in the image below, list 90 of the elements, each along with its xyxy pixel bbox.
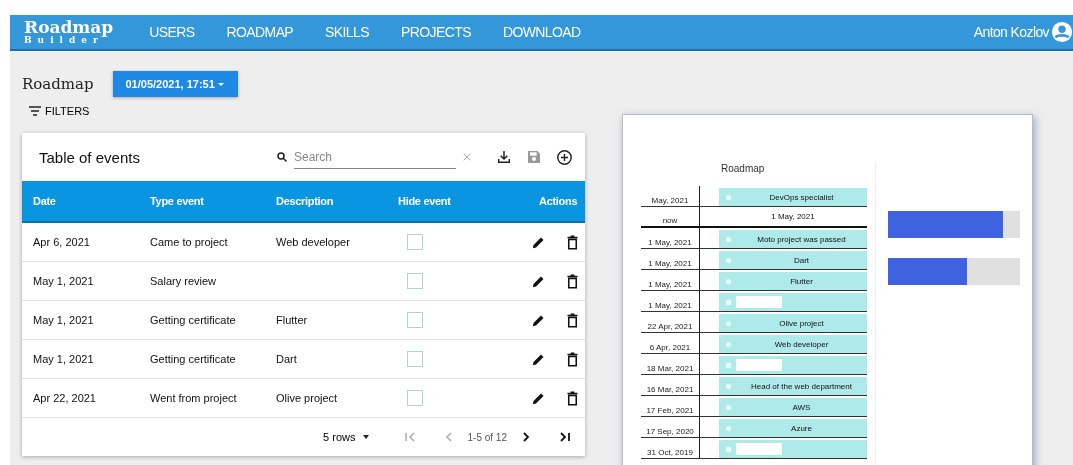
timeline-date: 17 Feb, 2021 — [645, 406, 695, 416]
nav-link[interactable]: DOWNLOAD — [502, 24, 581, 40]
table-cell-text: Went from project — [149, 392, 238, 404]
dot-icon — [725, 256, 732, 264]
column-header: Description — [275, 195, 335, 207]
dot-icon — [725, 235, 732, 243]
timeline-date: 6 Apr, 2021 — [648, 343, 692, 353]
timeline-event: Flutter — [719, 272, 867, 290]
dot-icon — [725, 319, 732, 327]
roadmap-heading: Roadmap — [721, 163, 766, 174]
hide-checkbox[interactable] — [407, 273, 423, 289]
timeline-date: 1 May, 2021 — [647, 301, 693, 311]
hide-checkbox[interactable] — [407, 234, 423, 250]
column-header: Actions — [538, 195, 579, 207]
table-cell-text: May 1, 2021 — [32, 314, 95, 326]
logo-title: Roadmap — [24, 19, 114, 36]
last-page-button[interactable] — [559, 431, 571, 443]
timeline-date: 31 Oct, 2019 — [646, 448, 694, 458]
nav-link[interactable]: USERS — [149, 24, 195, 40]
timeline-date: 18 Mar, 2021 — [645, 364, 695, 374]
table-cell-text: Apr 6, 2021 — [32, 236, 91, 248]
save-button[interactable] — [526, 149, 542, 165]
dot-icon — [725, 193, 732, 201]
nav-link[interactable]: PROJECTS — [401, 24, 471, 40]
download-button[interactable] — [496, 149, 512, 165]
dot-icon — [725, 277, 732, 285]
page-title: Roadmap — [22, 75, 94, 93]
table-cell-text: Olive project — [275, 392, 339, 404]
timeline-event: Web developer — [719, 335, 867, 353]
delete-button[interactable] — [566, 234, 579, 250]
timeline-date: 16 Mar, 2021 — [645, 385, 695, 395]
timeline-event: Azure — [719, 419, 867, 437]
empty-label — [736, 443, 782, 455]
nav-link[interactable]: ROADMAP — [226, 24, 294, 40]
table-cell-text: Dart — [275, 353, 298, 365]
table-cell-text: Web developer — [275, 236, 351, 248]
delete-button[interactable] — [566, 273, 579, 289]
dot-icon — [725, 340, 732, 348]
table-cell-text: Getting certificate — [149, 314, 237, 326]
filters-button[interactable]: FILTERS — [28, 105, 90, 117]
timeline-date: 17 Sep, 2020 — [645, 427, 695, 437]
table-cell-text: Salary review — [149, 275, 218, 287]
timeline-date: now — [661, 216, 679, 226]
timeline-event: Olive project — [719, 314, 867, 332]
page-range: 1-5 of 12 — [467, 431, 507, 443]
column-header: Hide event — [397, 195, 452, 207]
table-cell-text: Flutter — [275, 314, 309, 326]
clear-icon — [462, 152, 472, 162]
next-page-button[interactable] — [521, 431, 531, 443]
timeline-now-date: 1 May, 2021 — [770, 212, 816, 221]
column-header: Type event — [149, 195, 205, 207]
timeline-date: 1 May, 2021 — [647, 280, 693, 290]
delete-button[interactable] — [566, 390, 579, 406]
dot-icon — [725, 403, 732, 411]
caret-icon — [361, 433, 370, 441]
table-cell-text: May 1, 2021 — [32, 353, 95, 365]
dot-icon — [725, 424, 732, 432]
nav-link[interactable]: SKILLS — [325, 24, 369, 40]
logo-subtitle: Builder — [24, 36, 104, 45]
timeline-date: 1 May, 2021 — [647, 259, 693, 269]
timeline-date: 22 Apr, 2021 — [646, 322, 694, 332]
table-cell-text: May 1, 2021 — [32, 275, 95, 287]
timeline-date: May, 2021 — [650, 196, 690, 206]
timeline-event: Moto project was passed — [719, 230, 867, 248]
timeline-event: DevOps specialist — [719, 188, 867, 206]
rows-per-page-select[interactable]: 5 rows — [323, 431, 370, 443]
hide-checkbox[interactable] — [407, 312, 423, 328]
table-cell-text: Getting certificate — [149, 353, 237, 365]
search-icon — [276, 151, 288, 163]
timeline-event: Head of the web department — [719, 377, 867, 395]
empty-label — [736, 296, 782, 308]
column-header: Date — [32, 195, 57, 207]
date-dropdown[interactable]: 01/05/2021, 17:51 — [112, 71, 238, 97]
timeline-event: Dart — [719, 251, 867, 269]
search-field[interactable]: Search — [294, 145, 456, 169]
hide-checkbox[interactable] — [407, 351, 423, 367]
dot-icon — [725, 382, 732, 390]
filter-icon — [28, 105, 42, 117]
table-cell-text: Apr 22, 2021 — [32, 392, 97, 404]
table-title: Table of events — [39, 148, 141, 166]
table-cell-text: Came to project — [149, 236, 229, 248]
empty-label — [736, 359, 782, 371]
add-button[interactable] — [556, 148, 573, 166]
user-name: Anton Kozlov — [973, 24, 1049, 40]
hide-checkbox[interactable] — [407, 390, 423, 406]
delete-button[interactable] — [566, 351, 579, 367]
delete-button[interactable] — [566, 312, 579, 328]
timeline-event: AWS — [719, 398, 867, 416]
timeline-date: 1 May, 2021 — [647, 238, 693, 248]
caret-icon — [216, 80, 225, 88]
